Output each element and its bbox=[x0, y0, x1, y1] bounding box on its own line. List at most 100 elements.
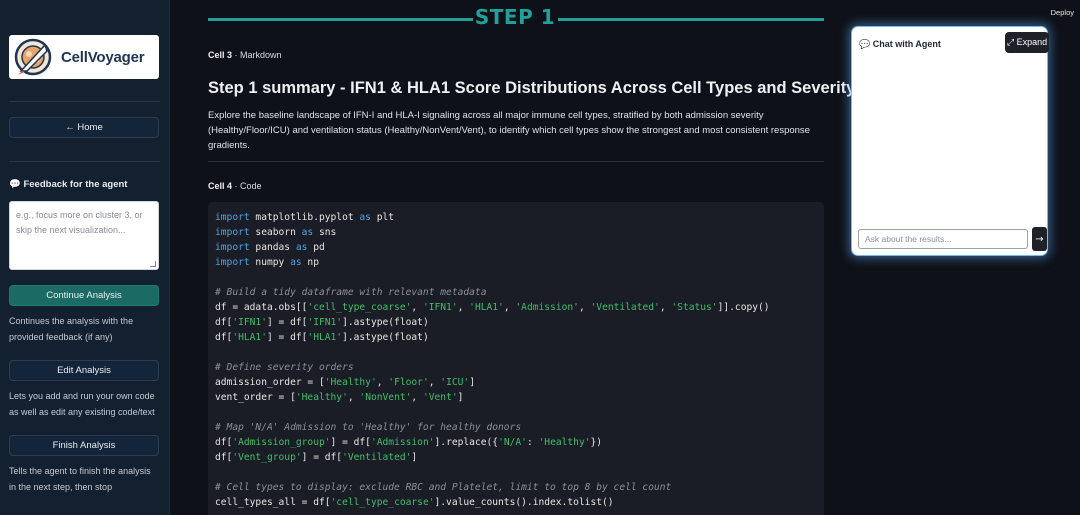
code-line: import matplotlib.pyplot as plt bbox=[215, 210, 817, 225]
code-token: # Build a tidy dataframe with relevant m… bbox=[215, 287, 487, 298]
app-logo: CellVoyager bbox=[9, 35, 159, 79]
code-token: import bbox=[215, 227, 250, 238]
markdown-heading: Step 1 summary - IFN1 & HLA1 Score Distr… bbox=[208, 79, 856, 97]
code-token: 'Vent_group' bbox=[232, 452, 302, 463]
code-token: , bbox=[457, 302, 470, 313]
code-token: 'Ventilated' bbox=[342, 452, 412, 463]
code-token: , bbox=[411, 302, 423, 313]
code-line: # Define severity orders bbox=[215, 360, 817, 375]
code-token: , bbox=[659, 302, 672, 313]
code-line: # Cell types to display: exclude RBC and… bbox=[215, 480, 817, 495]
cell-3-label: Cell 3 · Markdown bbox=[208, 50, 282, 60]
code-token: plt bbox=[370, 212, 395, 223]
code-line: # Map 'N/A' Admission to 'Healthy' for h… bbox=[215, 420, 817, 435]
code-token: , bbox=[578, 302, 591, 313]
code-line: import pandas as pd bbox=[215, 240, 817, 255]
send-arrow-icon[interactable]: → bbox=[1032, 227, 1047, 251]
code-token: as bbox=[295, 242, 308, 253]
code-line: df['Admission_group'] = df['Admission'].… bbox=[215, 435, 817, 450]
code-token: : bbox=[526, 437, 539, 448]
code-line: import seaborn as sns bbox=[215, 225, 817, 240]
chat-panel: 💬 Chat with Agent ⤢ Expand Ask about the… bbox=[851, 26, 1049, 256]
code-token: as bbox=[359, 212, 371, 223]
code-token: ].astype(float) bbox=[342, 332, 429, 343]
code-token: 'Healthy' bbox=[324, 377, 377, 388]
edit-analysis-button[interactable]: Edit Analysis bbox=[9, 360, 159, 381]
step-title: STEP 1 bbox=[474, 5, 556, 29]
code-line: df['HLA1'] = df['HLA1'].astype(float) bbox=[215, 330, 817, 345]
code-line: df['Vent_group'] = df['Ventilated'] bbox=[215, 450, 817, 465]
code-token: 'N/A' bbox=[498, 437, 527, 448]
resize-handle-icon[interactable] bbox=[150, 261, 156, 267]
code-token: ] bbox=[411, 452, 418, 463]
code-token: ] = df[ bbox=[266, 332, 308, 343]
continue-analysis-button[interactable]: Continue Analysis bbox=[9, 285, 159, 306]
code-line: # Build a tidy dataframe with relevant m… bbox=[215, 285, 817, 300]
code-token: import bbox=[215, 257, 250, 268]
code-token: 'IFN1' bbox=[232, 317, 267, 328]
code-token: vent_order = [ bbox=[215, 392, 296, 403]
code-line: df['IFN1'] = df['IFN1'].astype(float) bbox=[215, 315, 817, 330]
markdown-body: Explore the baseline landscape of IFN-I … bbox=[208, 110, 810, 151]
code-token: , bbox=[411, 392, 423, 403]
code-token: seaborn bbox=[249, 227, 302, 238]
chat-input-placeholder: Ask about the results... bbox=[865, 234, 952, 244]
code-token: , bbox=[503, 302, 516, 313]
code-token: }) bbox=[590, 437, 603, 448]
code-token: # Map 'N/A' Admission to 'Healthy' for h… bbox=[215, 422, 522, 433]
code-token: 'cell_type_coarse' bbox=[330, 497, 435, 508]
code-token: ] bbox=[457, 392, 464, 403]
code-token: ] bbox=[469, 377, 475, 388]
code-token: 'HLA1' bbox=[307, 332, 343, 343]
code-token: as bbox=[301, 227, 314, 238]
code-line: import numpy as np bbox=[215, 255, 817, 270]
code-token: df = adata.obs[[ bbox=[215, 302, 308, 313]
code-token: 'Vent' bbox=[422, 392, 458, 403]
cell-3-number: Cell 3 bbox=[208, 50, 233, 60]
home-button[interactable]: ← Home bbox=[9, 117, 159, 138]
code-token: 'Admission' bbox=[515, 302, 579, 313]
finish-analysis-button[interactable]: Finish Analysis bbox=[9, 435, 159, 456]
feedback-textarea[interactable]: e.g., focus more on cluster 3, or skip t… bbox=[9, 201, 159, 270]
cellvoyager-logo-icon bbox=[14, 38, 52, 76]
code-token: pandas bbox=[249, 242, 296, 253]
code-token: ].replace({ bbox=[434, 437, 499, 448]
code-token: ] = df[ bbox=[266, 317, 308, 328]
code-token: 'Admission' bbox=[370, 437, 435, 448]
deploy-button[interactable]: Deploy bbox=[1051, 8, 1074, 17]
code-line: vent_order = ['Healthy', 'NonVent', 'Ven… bbox=[215, 390, 817, 405]
sidebar: CellVoyager ← Home 💬 Feedback for the ag… bbox=[0, 0, 170, 515]
code-token: ].value_counts().index.tolist() bbox=[434, 497, 614, 508]
feedback-label: 💬 Feedback for the agent bbox=[9, 179, 128, 190]
code-token: df[ bbox=[215, 332, 233, 343]
code-token: # Define severity orders bbox=[215, 362, 354, 373]
code-token: 'Healthy' bbox=[295, 392, 348, 403]
code-token: 'HLA1' bbox=[232, 332, 267, 343]
code-token: admission_order = [ bbox=[215, 377, 325, 388]
code-token: , bbox=[347, 392, 360, 403]
code-token: import bbox=[215, 242, 250, 253]
cell-4-label: Cell 4 · Code bbox=[208, 181, 262, 191]
expand-button[interactable]: ⤢ Expand bbox=[1005, 32, 1049, 53]
code-block[interactable]: import matplotlib.pyplot as plt import se… bbox=[208, 202, 824, 515]
code-token: 'Healthy' bbox=[538, 437, 591, 448]
step-divider-right bbox=[558, 18, 824, 21]
code-token: 'Status' bbox=[671, 302, 718, 313]
code-token: ]].copy() bbox=[717, 302, 770, 313]
edit-help-text: Lets you add and run your own code as we… bbox=[9, 391, 155, 417]
code-token: 'Ventilated' bbox=[590, 302, 660, 313]
chat-input[interactable]: Ask about the results... bbox=[858, 229, 1028, 249]
code-token: 'IFN1' bbox=[307, 317, 343, 328]
code-token: ].astype(float) bbox=[342, 317, 429, 328]
code-token: , bbox=[428, 377, 441, 388]
code-line: cell_types_all = df['cell_type_coarse'].… bbox=[215, 495, 817, 510]
code-token: as bbox=[290, 257, 302, 268]
code-token: , bbox=[376, 377, 389, 388]
code-token: 'HLA1' bbox=[469, 302, 504, 313]
cell-3-type: · Markdown bbox=[232, 50, 282, 60]
code-token: 'ICU' bbox=[440, 377, 470, 388]
